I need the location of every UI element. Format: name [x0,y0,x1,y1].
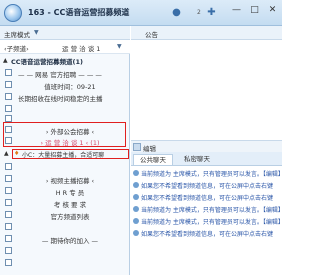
subchannel-value: 运 营 洽 谈 1 [62,45,101,53]
list-item[interactable]: — — 网易 官方招聘 — — — [0,67,130,79]
info-icon [133,170,139,176]
maximize-icon[interactable]: □ [248,4,261,17]
user-count: 2 [197,9,201,16]
list-item[interactable]: 长期招收在线时间稳定的主播 [0,91,130,103]
chat-panel: 公告 编辑 公共聊天 私密聊天 当前频道为 主席模式，只有管理员可以发言。【编辑… [131,26,282,275]
square-icon [5,105,12,112]
title-bar: 163 - CC语音运营招募频道 ● 2 ✚ — □ ✕ [0,0,282,26]
channel-header[interactable]: ▲ CC语音运营招募频道(1) [0,55,130,66]
square-icon [5,211,12,218]
list-item-label: 值班时间：09-21 [44,83,96,91]
square-icon [5,93,12,100]
user-name: 小C：大量招募主播，合适可聊 [22,152,105,159]
square-icon [5,69,12,76]
list-item-label: H R 专 员 [55,189,85,197]
user-icon[interactable]: ● [170,6,183,19]
chat-message: 如果您不希望看到频道信息，可在公屏中点击右键 [133,228,282,238]
user-icon: ♦ [14,150,20,157]
list-item[interactable] [0,257,130,269]
chat-message-text: 如果您不希望看到频道信息，可在公屏中点击右键 [141,183,274,190]
chat-tabs: 公共聊天 私密聊天 [131,152,282,166]
minimize-icon[interactable]: — [230,4,243,17]
mode-selector[interactable]: 主席模式 ▼ [0,26,130,40]
square-icon [5,199,12,206]
chat-message: 当前频道为 主席模式，只有管理员可以发言。【编辑】 [133,168,282,178]
chat-message: 如果您不希望看到频道信息，可在公屏中点击右键 [133,192,282,202]
channel-user[interactable]: ▲ ♦ 小C：大量招募主播，合适可聊 [0,149,130,159]
collapse-icon[interactable]: ▲ [3,57,8,64]
square-icon [5,247,12,254]
chat-message-text: 当前频道为 主席模式，只有管理员可以发言。【编辑】 [141,207,282,214]
info-icon [133,218,139,224]
list-item[interactable]: H R 专 员 [0,185,130,197]
person-add-icon[interactable]: ✚ [205,6,218,19]
list-item-label: 长期招收在线时间稳定的主播 [18,95,103,103]
list-item[interactable]: 值班时间：09-21 [0,79,130,91]
square-icon [5,187,12,194]
chevron-down-icon[interactable]: ▼ [117,43,122,50]
chevron-down-icon[interactable]: ▼ [34,29,39,36]
tab-private-chat[interactable]: 私密聊天 [177,154,217,165]
chat-message-text: 如果您不希望看到频道信息，可在公屏中点击右键 [141,231,274,238]
chat-message: 当前频道为 主席模式，只有管理员可以发言。【编辑】 [133,216,282,226]
chat-message: 当前频道为 主席模式，只有管理员可以发言。【编辑】 [133,204,282,214]
list-item[interactable]: › 运 营 洽 谈 1 ‹ (1) [0,135,130,147]
chat-message: 如果您不希望看到频道信息，可在公屏中点击右键 [133,180,282,190]
square-icon [5,115,12,122]
square-icon [5,137,12,144]
info-icon [133,230,139,236]
close-icon[interactable]: ✕ [266,4,279,17]
list-item[interactable] [0,161,130,173]
chat-message-text: 当前频道为 主席模式，只有管理员可以发言。【编辑】 [141,171,282,178]
square-icon [5,235,12,242]
list-item[interactable] [0,221,130,233]
list-item[interactable] [0,245,130,257]
channel-panel: 主席模式 ▼ ‹子频道› 运 营 洽 谈 1 ▼ ▲ CC语音运营招募频道(1)… [0,26,130,275]
list-item-label: 考 核 要 求 [53,201,87,209]
info-icon [133,194,139,200]
chat-message-text: 当前频道为 主席模式，只有管理员可以发言。【编辑】 [141,219,282,226]
list-item-label: — — 网易 官方招聘 — — — [18,71,102,79]
list-item-label: › 视频主播招募 ‹ [45,177,95,185]
list-item[interactable]: 考 核 要 求 [0,197,130,209]
list-item-label: 官方频道列表 [50,213,90,221]
announcement-header: 公告 [131,26,282,40]
square-icon [5,126,12,133]
square-icon [5,223,12,230]
list-item[interactable]: › 视频主播招募 ‹ [0,173,130,185]
announcement-body [131,40,282,140]
subchannel-label: ‹子频道› [4,45,29,53]
square-icon [5,259,12,266]
list-item-label: › 运 营 洽 谈 1 ‹ (1) [40,139,100,147]
list-item[interactable]: — 期待你的加入 — [0,233,130,245]
window-title: 163 - CC语音运营招募频道 [28,8,130,17]
info-icon [133,206,139,212]
square-icon [5,81,12,88]
info-icon [133,182,139,188]
edit-icon[interactable] [133,143,141,151]
tab-public-chat[interactable]: 公共聊天 [133,154,173,165]
chat-message-text: 如果您不希望看到频道信息，可在公屏中点击右键 [141,195,274,202]
square-icon [5,163,12,170]
collapse-icon[interactable]: ▲ [4,150,9,157]
list-item[interactable]: 官方频道列表 [0,209,130,221]
app-logo-icon [4,4,22,22]
channel-name: CC语音运营招募频道(1) [11,58,84,66]
announcement-label: 公告 [145,31,158,39]
mode-label: 主席模式 [4,31,30,39]
subchannel-selector[interactable]: ‹子频道› 运 营 洽 谈 1 ▼ [0,40,130,54]
square-icon [5,175,12,182]
list-item-label: — 期待你的加入 — [41,237,99,245]
edit-bar[interactable]: 编辑 [131,140,282,153]
